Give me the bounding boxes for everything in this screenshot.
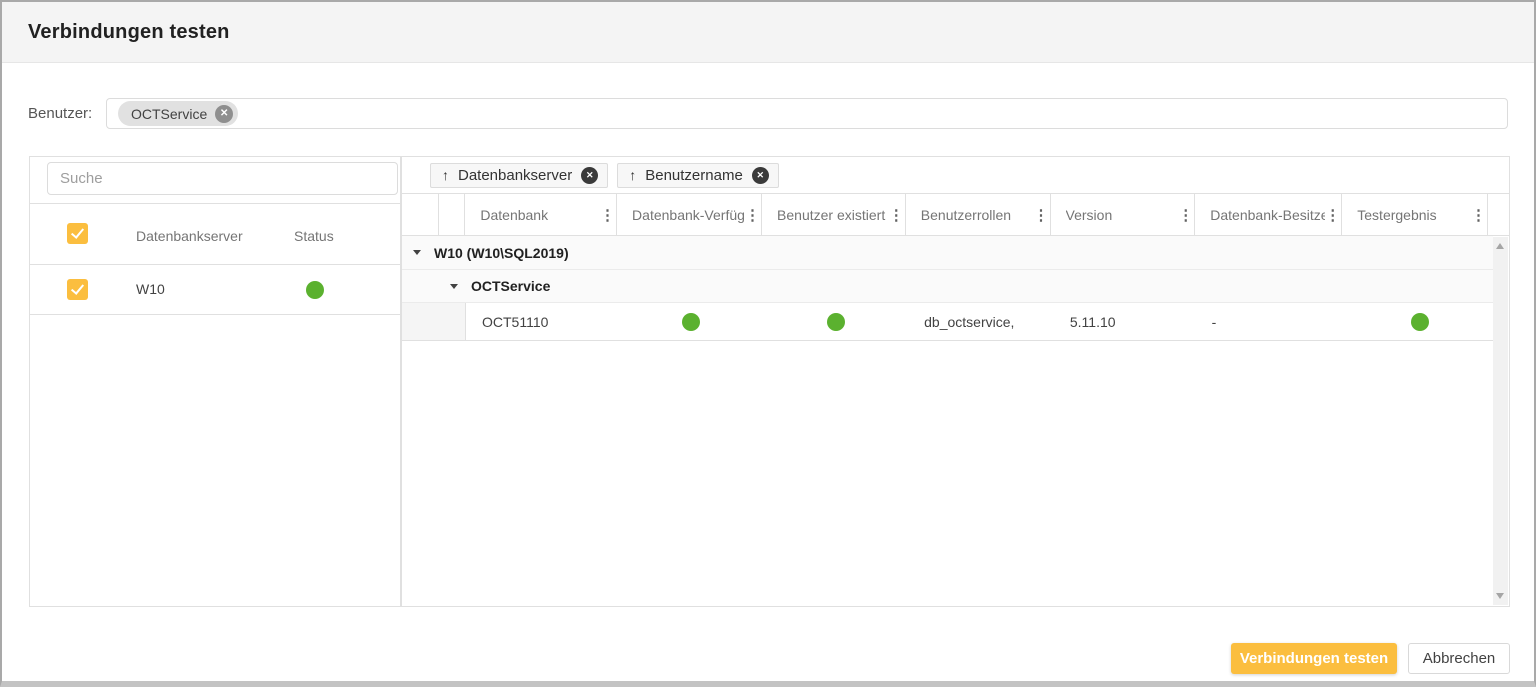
- sort-asc-icon: [629, 167, 636, 184]
- page-title: Verbindungen testen: [28, 21, 230, 44]
- collapse-triangle-icon[interactable]: [450, 284, 458, 289]
- column-header-datenbank-verfuegbarkeit[interactable]: Datenbank-Verfügbarkeit: [617, 194, 762, 235]
- select-all-checkbox[interactable]: [67, 223, 88, 244]
- connections-test-dialog: Verbindungen testen Benutzer: OCTService…: [0, 0, 1536, 687]
- cell-benutzer-existiert: [763, 313, 908, 331]
- user-chip-label: OCTService: [131, 106, 207, 122]
- cell-datenbank-besitzer: -: [1200, 314, 1347, 330]
- column-menu-icon[interactable]: [1178, 206, 1188, 224]
- column-menu-icon[interactable]: [889, 206, 899, 224]
- column-menu-icon[interactable]: [1034, 206, 1044, 224]
- collapse-triangle-icon[interactable]: [413, 250, 421, 255]
- column-header-version[interactable]: Version: [1051, 194, 1196, 235]
- cell-benutzerrollen: db_octservice,: [908, 314, 1054, 330]
- server-column-header: Datenbankserver: [136, 228, 243, 244]
- server-list-header: Datenbankserver Status: [30, 203, 400, 265]
- status-column-header: Status: [294, 228, 334, 244]
- column-menu-icon[interactable]: [600, 206, 610, 224]
- cell-testergebnis: [1346, 313, 1493, 331]
- user-field-label: Benutzer:: [28, 105, 92, 122]
- chip-remove-icon[interactable]: [215, 105, 233, 123]
- user-chip[interactable]: OCTService: [118, 101, 238, 126]
- table-row[interactable]: OCT51110 db_octservice, 5.11.10 -: [402, 303, 1493, 341]
- column-menu-icon[interactable]: [1471, 206, 1481, 224]
- grid-body: W10 (W10\SQL2019) OCTService OCT51110 db…: [402, 236, 1493, 341]
- cell-datenbank-verfuegbarkeit: [619, 313, 764, 331]
- group-row-server[interactable]: W10 (W10\SQL2019): [402, 236, 1493, 270]
- cancel-button[interactable]: Abbrechen: [1408, 643, 1510, 674]
- test-connections-button[interactable]: Verbindungen testen: [1231, 643, 1397, 674]
- group-chip-label: Datenbankserver: [458, 167, 572, 184]
- group-chip-label: Benutzername: [645, 167, 743, 184]
- server-row-checkbox[interactable]: [67, 279, 88, 300]
- sort-asc-icon: [442, 167, 449, 184]
- group-chip-benutzername[interactable]: Benutzername: [617, 163, 779, 188]
- dialog-titlebar: Verbindungen testen: [2, 2, 1534, 63]
- column-header-testergebnis[interactable]: Testergebnis: [1342, 194, 1488, 235]
- group-chip-datenbankserver[interactable]: Datenbankserver: [430, 163, 608, 188]
- server-name: W10: [136, 281, 165, 297]
- expander-column-header: [402, 194, 439, 235]
- scroll-down-icon[interactable]: [1496, 593, 1504, 599]
- user-tag-input[interactable]: OCTService: [106, 98, 1508, 129]
- group-remove-icon[interactable]: [581, 167, 598, 184]
- server-list-panel: Datenbankserver Status W10: [29, 156, 401, 607]
- server-row[interactable]: W10: [30, 265, 400, 315]
- group-remove-icon[interactable]: [752, 167, 769, 184]
- results-grid: Datenbankserver Benutzername Datenbank D…: [401, 156, 1510, 607]
- cell-datenbank: OCT51110: [466, 314, 619, 330]
- group-row-label: W10 (W10\SQL2019): [434, 245, 569, 261]
- group-row-label: OCTService: [471, 278, 550, 294]
- grid-header-row: Datenbank Datenbank-Verfügbarkeit Benutz…: [402, 193, 1509, 236]
- status-ok-dot: [827, 313, 845, 331]
- column-header-benutzerrollen[interactable]: Benutzerrollen: [906, 194, 1051, 235]
- group-row-user[interactable]: OCTService: [402, 270, 1493, 303]
- vertical-scrollbar[interactable]: [1493, 237, 1508, 605]
- server-status-ok-dot: [306, 281, 324, 299]
- column-menu-icon[interactable]: [745, 206, 755, 224]
- status-ok-dot: [1411, 313, 1429, 331]
- column-menu-icon[interactable]: [1325, 206, 1335, 224]
- cell-version: 5.11.10: [1054, 314, 1200, 330]
- column-header-datenbank-besitzer[interactable]: Datenbank-Besitzer: [1195, 194, 1342, 235]
- group-indent-cell: [402, 303, 466, 340]
- search-input[interactable]: [47, 162, 398, 195]
- column-header-datenbank[interactable]: Datenbank: [465, 194, 617, 235]
- expander-column-header: [439, 194, 466, 235]
- group-panel: Datenbankserver Benutzername: [402, 157, 1509, 193]
- scroll-up-icon[interactable]: [1496, 243, 1504, 249]
- status-ok-dot: [682, 313, 700, 331]
- scrollbar-spacer: [1488, 194, 1509, 235]
- column-header-benutzer-existiert[interactable]: Benutzer existiert: [762, 194, 906, 235]
